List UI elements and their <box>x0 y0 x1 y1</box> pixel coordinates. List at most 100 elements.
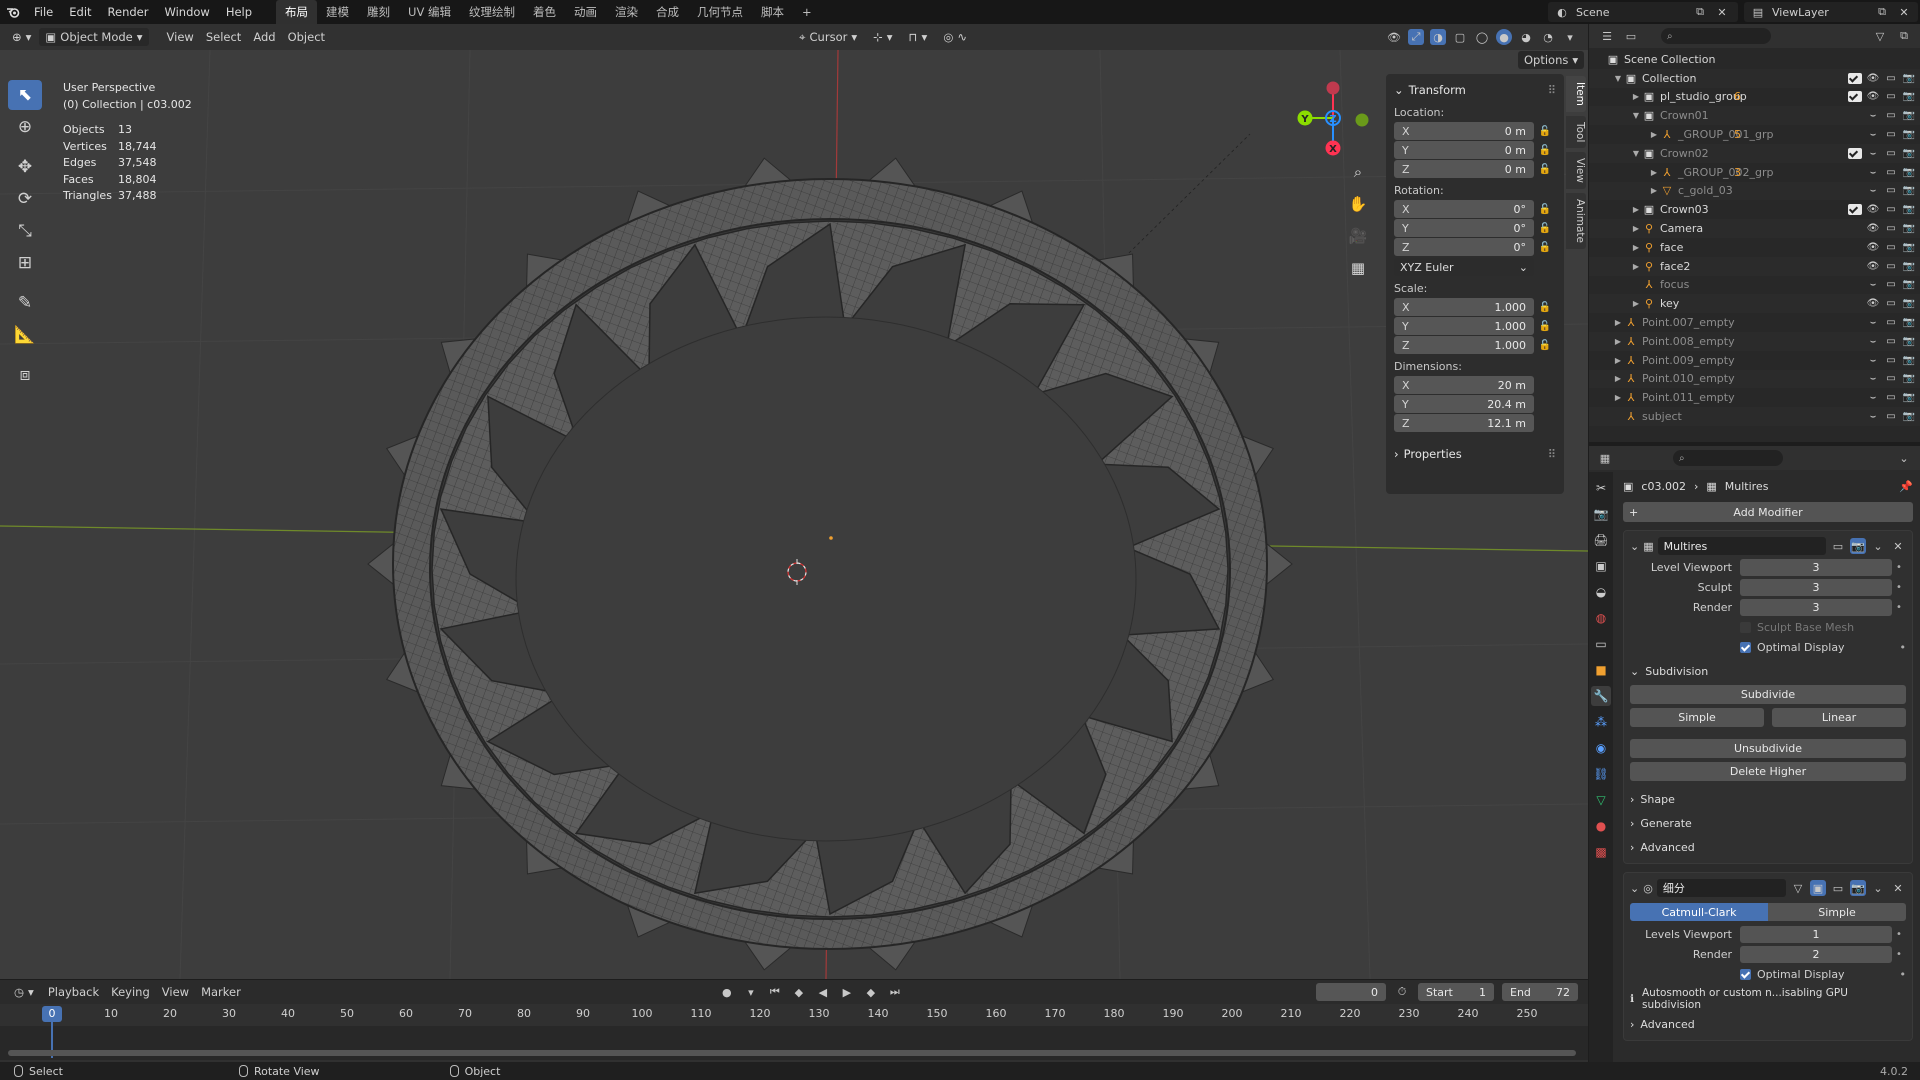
world-tab-icon[interactable]: ◍ <box>1591 608 1611 628</box>
outliner-row[interactable]: ▶ ⅄ Point.011_empty ⌣ ▭ 📷 <box>1589 388 1920 407</box>
filter-icon[interactable]: ▽ <box>1872 28 1888 44</box>
scene-tab-icon[interactable]: ◒ <box>1591 582 1611 602</box>
eye-icon[interactable]: 👁 <box>1866 91 1880 102</box>
viewport-toggle-icon[interactable]: ▭ <box>1884 336 1898 347</box>
delete-scene-icon[interactable]: ✕ <box>1714 4 1730 20</box>
outliner-row[interactable]: ▶ ⚲ face 👁 ▭ 📷 <box>1589 238 1920 257</box>
render-tab-icon[interactable]: 📷 <box>1591 504 1611 524</box>
outliner-row[interactable]: ▶ ⅄ Point.007_empty ⌣ ▭ 📷 <box>1589 313 1920 332</box>
chevron-down-icon[interactable]: ⌄ <box>1630 882 1639 895</box>
timeline-menu-marker[interactable]: Marker <box>195 983 247 1001</box>
render-toggle-icon[interactable]: 📷 <box>1902 91 1916 102</box>
particles-tab-icon[interactable]: ⁂ <box>1591 712 1611 732</box>
menu-file[interactable]: File <box>26 0 61 24</box>
gizmo-neg-x[interactable] <box>1326 81 1340 95</box>
workspace-tab-5[interactable]: 着色 <box>524 0 565 24</box>
expand-toggle-icon[interactable]: ▶ <box>1613 318 1623 327</box>
material-tab-icon[interactable]: ● <box>1591 816 1611 836</box>
outliner-row[interactable]: ▣ Scene Collection <box>1589 50 1920 69</box>
scale-y-field[interactable]: Y 1.000 <box>1394 317 1534 335</box>
lock-icon[interactable]: 🔓 <box>1534 242 1556 253</box>
keyframe-dot-icon[interactable]: • <box>1892 949 1906 960</box>
proportional-edit-toggle[interactable]: ◎ ∿ <box>937 28 973 46</box>
render-toggle-icon[interactable]: 📷 <box>1902 167 1916 178</box>
levels-viewport-field[interactable]: 1 <box>1740 926 1892 943</box>
linear-button[interactable]: Linear <box>1772 708 1906 727</box>
render-toggle-icon[interactable]: 📷 <box>1902 355 1916 366</box>
viewport-toggle-icon[interactable]: ▭ <box>1884 392 1898 403</box>
lock-icon[interactable]: 🔓 <box>1534 321 1556 332</box>
prev-keyframe-icon[interactable]: ◆ <box>791 984 807 1000</box>
outliner-row[interactable]: ▶ ⅄ Point.008_empty ⌣ ▭ 📷 <box>1589 331 1920 351</box>
material-shading-icon[interactable]: ◕ <box>1518 29 1534 45</box>
outliner-row[interactable]: ▼ ▣ Crown01 ⌣ ▭ 📷 <box>1589 106 1920 126</box>
collection-tab-icon[interactable]: ▭ <box>1591 634 1611 654</box>
expand-toggle-icon[interactable]: ▶ <box>1631 92 1641 101</box>
expand-toggle-icon[interactable]: ▶ <box>1649 168 1659 177</box>
outliner-row[interactable]: ▶ ▽ c_gold_03 ⌣ ▭ 📷 <box>1589 181 1920 201</box>
menu-edit[interactable]: Edit <box>61 0 99 24</box>
lock-icon[interactable]: 🔓 <box>1534 126 1556 137</box>
drag-handle-icon[interactable]: ⠿ <box>1548 447 1556 461</box>
workspace-tab-8[interactable]: 合成 <box>647 0 688 24</box>
overlay-toggle-icon[interactable]: ◑ <box>1430 29 1446 45</box>
eye-icon[interactable]: ⌣ <box>1866 148 1880 159</box>
solid-shading-icon[interactable]: ● <box>1496 29 1512 45</box>
render-toggle-icon[interactable]: 📷 <box>1902 73 1916 84</box>
camera-view-icon[interactable]: 🎥 <box>1344 222 1372 250</box>
scene-selector[interactable]: ◐ Scene ⧉ ✕ <box>1548 2 1738 22</box>
outliner-row[interactable]: ▶ ⅄ Point.009_empty ⌣ ▭ 📷 <box>1589 351 1920 370</box>
render-toggle-icon[interactable]: 📷 <box>1902 392 1916 403</box>
exclude-checkbox[interactable] <box>1848 72 1862 84</box>
output-tab-icon[interactable]: 🖨 <box>1591 530 1611 550</box>
outliner-row[interactable]: ▶ ▣ Crown03 👁 ▭ 📷 <box>1589 200 1920 219</box>
exclude-checkbox[interactable] <box>1848 91 1862 103</box>
viewport-toggle-icon[interactable]: ▭ <box>1884 355 1898 366</box>
exclude-checkbox[interactable] <box>1848 204 1862 216</box>
eye-icon[interactable]: ⌣ <box>1866 279 1880 290</box>
drag-handle-icon[interactable]: ⠿ <box>1548 83 1556 97</box>
lock-icon[interactable]: 🔓 <box>1534 164 1556 175</box>
eye-icon[interactable]: ⌣ <box>1866 336 1880 347</box>
sidebar-tab-tool[interactable]: Tool <box>1566 115 1586 149</box>
level-viewport-field[interactable]: 3 <box>1740 559 1892 576</box>
expand-toggle-icon[interactable]: ▶ <box>1613 393 1623 402</box>
viewport-menu-object[interactable]: Object <box>282 28 331 46</box>
constraints-tab-icon[interactable]: ⛓ <box>1591 764 1611 784</box>
show-viewport-icon[interactable]: ▭ <box>1830 538 1846 554</box>
lock-icon[interactable]: 🔓 <box>1534 302 1556 313</box>
workspace-tab-2[interactable]: 雕刻 <box>358 0 399 24</box>
expand-toggle-icon[interactable]: ▶ <box>1631 205 1641 214</box>
exclude-checkbox[interactable] <box>1848 147 1862 159</box>
expand-toggle-icon[interactable]: ▶ <box>1613 337 1623 346</box>
shape-subpanel-header[interactable]: › Shape <box>1630 789 1906 809</box>
render-level-field[interactable]: 3 <box>1740 599 1892 616</box>
new-view-layer-icon[interactable]: ⧉ <box>1874 4 1890 20</box>
viewport-toggle-icon[interactable]: ▭ <box>1884 129 1898 140</box>
viewport-toggle-icon[interactable]: ▭ <box>1884 411 1898 422</box>
rotation-z-field[interactable]: Z 0° <box>1394 238 1534 256</box>
workspace-tab-3[interactable]: UV 编辑 <box>399 0 460 24</box>
data-tab-icon[interactable]: ▽ <box>1591 790 1611 810</box>
properties-panel-header[interactable]: › Properties ⠿ <box>1394 444 1556 464</box>
viewport-menu-select[interactable]: Select <box>200 28 247 46</box>
rotation-x-field[interactable]: X 0° <box>1394 200 1534 218</box>
keyframe-dot-icon[interactable]: • <box>1892 602 1906 613</box>
move-tool[interactable]: ✥ <box>8 152 42 182</box>
subsurf-advanced-subpanel-header[interactable]: › Advanced <box>1630 1014 1906 1034</box>
rotation-mode-select[interactable]: XYZ Euler ⌄ <box>1394 258 1534 276</box>
jump-start-icon[interactable]: ⏮ <box>767 984 783 1000</box>
viewport-toggle-icon[interactable]: ▭ <box>1884 223 1898 234</box>
outliner-editor-icon[interactable]: ☰ <box>1599 28 1615 44</box>
keyframe-dot-icon[interactable]: • <box>1900 968 1907 981</box>
crown-mesh[interactable] <box>367 157 1293 971</box>
timeline-scrollbar[interactable] <box>8 1050 1576 1056</box>
expand-toggle-icon[interactable]: ▶ <box>1613 374 1623 383</box>
timeline-menu-playback[interactable]: Playback <box>42 983 105 1001</box>
render-levels-field[interactable]: 2 <box>1740 946 1892 963</box>
shading-options-icon[interactable]: ▾ <box>1562 29 1578 45</box>
lock-icon[interactable]: 🔓 <box>1534 145 1556 156</box>
rendered-shading-icon[interactable]: ◔ <box>1540 29 1556 45</box>
outliner-search-input[interactable]: ⌕ <box>1661 28 1771 44</box>
eye-icon[interactable]: 👁 <box>1866 73 1880 84</box>
